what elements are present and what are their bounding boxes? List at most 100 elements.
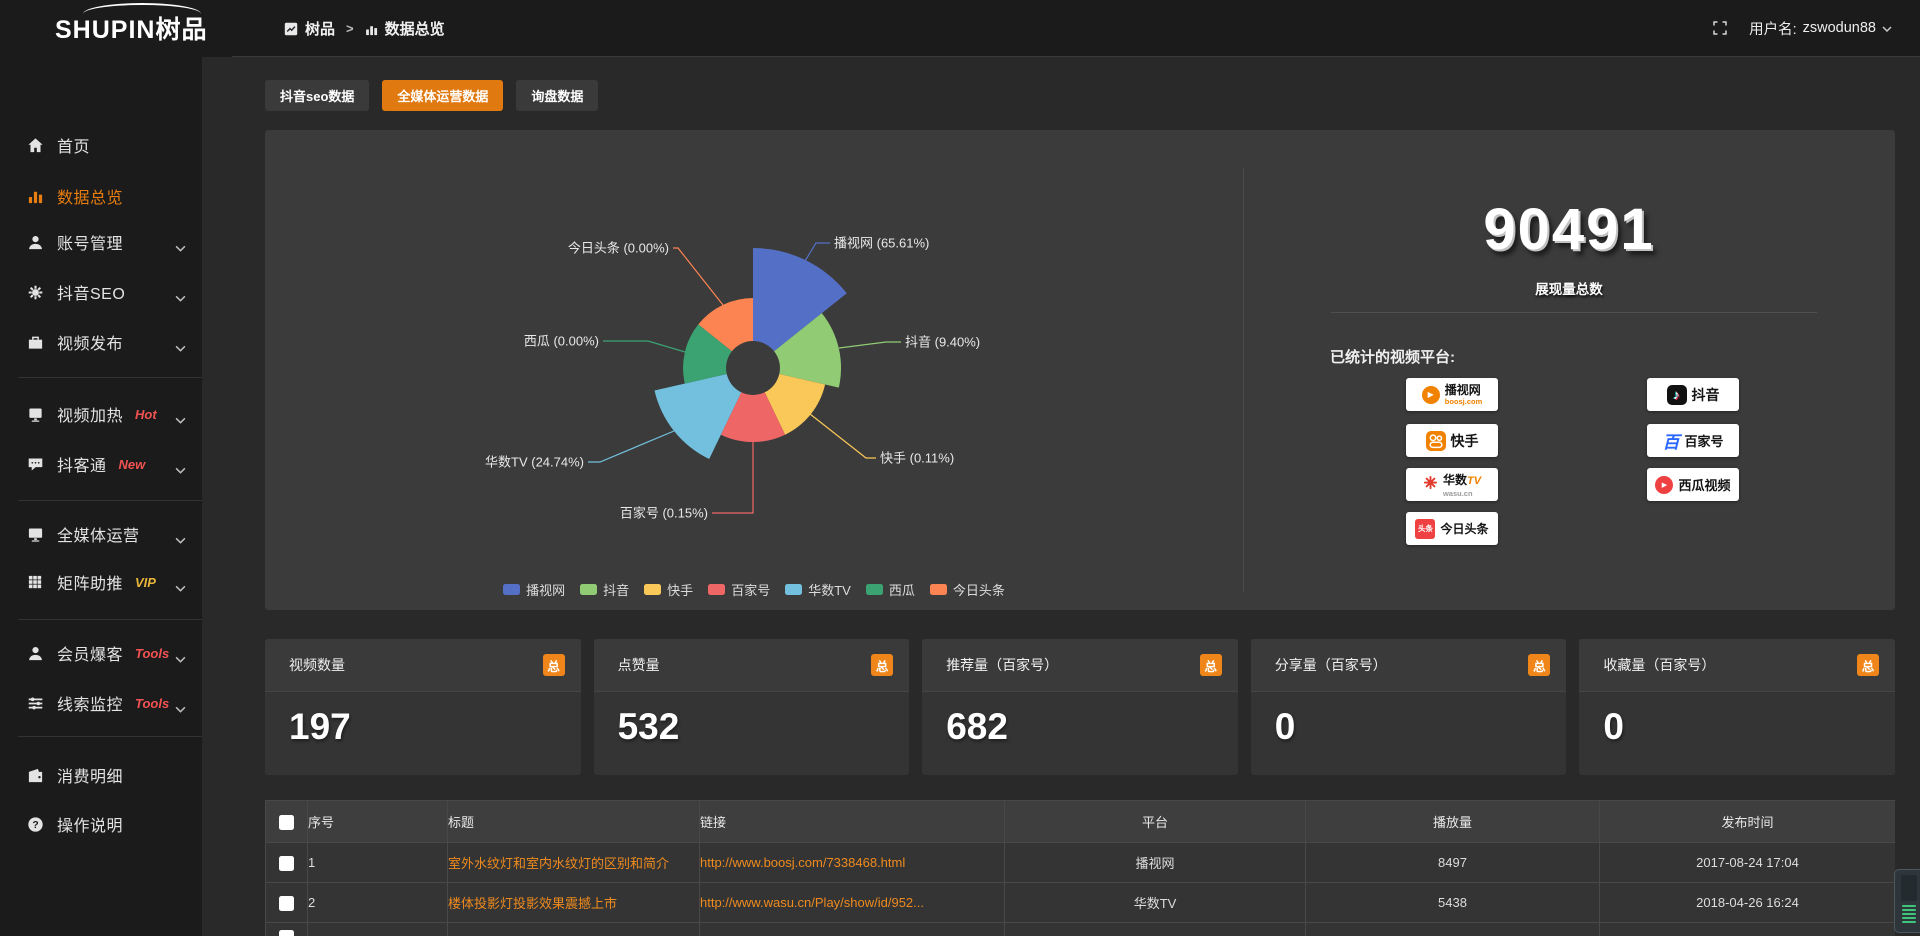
- sidebar-item-home[interactable]: 首页: [0, 125, 202, 165]
- legend-item[interactable]: 快手: [644, 580, 693, 599]
- xigua-logo-icon: ▶: [1655, 476, 1673, 494]
- topbar-right: 用户名: zswodun88: [1713, 0, 1892, 56]
- select-all-checkbox[interactable]: [279, 815, 294, 830]
- sidebar-item-chart[interactable]: 数据总览: [0, 176, 202, 216]
- douyin-logo-icon: ♪: [1667, 385, 1687, 405]
- sidebar-item-help[interactable]: ?操作说明: [0, 804, 202, 844]
- sidebar-item-member[interactable]: 会员爆客 Tools: [0, 633, 202, 673]
- display-icon: [26, 526, 44, 543]
- sidebar-item-briefcase[interactable]: 视频发布: [0, 322, 202, 362]
- legend-item[interactable]: 华数TV: [785, 580, 851, 599]
- row-checkbox[interactable]: [279, 856, 294, 871]
- question-circle-icon: ?: [26, 816, 44, 833]
- sidebar-item-display[interactable]: 全媒体运营: [0, 514, 202, 554]
- cell-time: 2018-04-26 16:24: [1600, 883, 1896, 923]
- person-icon: [26, 645, 44, 662]
- breadcrumb-current[interactable]: 数据总览: [385, 18, 445, 39]
- fullscreen-icon[interactable]: [1713, 21, 1727, 35]
- platform-badge-douyin: ♪抖音: [1647, 378, 1739, 411]
- stat-card-3: 分享量（百家号）总0: [1251, 639, 1567, 775]
- sidebar-item-wallet[interactable]: 消费明细: [0, 755, 202, 795]
- platform-badge-baijiahao: 百百家号: [1647, 424, 1739, 457]
- topbar: SHUPIN树品 树品 > 数据总览 用户名: zswodun88: [0, 0, 1920, 57]
- sidebar-item-badge: Tools: [135, 646, 169, 661]
- overview-panel: 播视网 (65.61%)抖音 (9.40%)快手 (0.11%)百家号 (0.1…: [265, 130, 1895, 610]
- cell-time: 2017-08-24 17:04: [1600, 843, 1896, 883]
- sidebar-divider: [18, 619, 202, 620]
- stat-card-0: 视频数量总197: [265, 639, 581, 775]
- legend-item[interactable]: 西瓜: [866, 580, 915, 599]
- stat-cards-row: 视频数量总197点赞量总532推荐量（百家号）总682分享量（百家号）总0收藏量…: [265, 639, 1895, 775]
- briefcase-icon: [26, 334, 44, 351]
- boosj-logo-icon: ▶: [1422, 386, 1440, 404]
- sidebar-item-label: 会员爆客: [57, 641, 123, 665]
- stat-card-value: 0: [1251, 692, 1567, 748]
- breadcrumb-root[interactable]: 树品: [305, 18, 335, 39]
- legend-item[interactable]: 抖音: [580, 580, 629, 599]
- tab-1[interactable]: 全媒体运营数据: [382, 80, 503, 111]
- video-title-link[interactable]: 楼体投影灯投影效果震撼上市: [448, 896, 617, 911]
- breadcrumb-separator: >: [346, 21, 354, 36]
- label-line: [712, 441, 753, 513]
- legend-swatch: [708, 584, 725, 595]
- sidebar-item-badge: VIP: [135, 575, 156, 590]
- video-title-link[interactable]: 室外水纹灯和室内水纹灯的区别和简介: [448, 856, 669, 871]
- legend-label: 抖音: [603, 580, 629, 599]
- tab-0[interactable]: 抖音seo数据: [265, 80, 369, 111]
- video-url-link[interactable]: http://www.wasu.cn/Play/show/id/952...: [700, 895, 924, 910]
- chevron-down-icon: [175, 411, 186, 429]
- pie-slice[interactable]: [655, 374, 742, 459]
- screen: SHUPIN树品 树品 > 数据总览 用户名: zswodun88 首页数据总览…: [0, 0, 1920, 936]
- legend-label: 快手: [667, 580, 693, 599]
- stat-card-header: 推荐量（百家号）总: [922, 639, 1238, 692]
- sidebar-item-sliders[interactable]: 线索监控Tools: [0, 683, 202, 723]
- legend-label: 播视网: [526, 580, 565, 599]
- floating-widget[interactable]: [1894, 869, 1920, 933]
- table-row: 2楼体投影灯投影效果震撼上市http://www.wasu.cn/Play/sh…: [266, 883, 1896, 923]
- sidebar-item-chat[interactable]: 抖客通New: [0, 444, 202, 484]
- monitor-icon: [26, 406, 44, 423]
- sidebar-item-grid[interactable]: 矩阵助推 VIP: [0, 562, 202, 602]
- label-line: [588, 431, 674, 462]
- grid-icon: [26, 574, 44, 591]
- chevron-down-icon: [175, 650, 186, 668]
- stat-card-header: 收藏量（百家号）总: [1579, 639, 1895, 692]
- svg-text:?: ?: [32, 820, 38, 831]
- legend-label: 西瓜: [889, 580, 915, 599]
- sidebar-item-badge: New: [119, 457, 146, 472]
- kuaishou-logo-icon: [1426, 431, 1446, 451]
- sidebar: 首页数据总览账号管理抖音SEO 视频发布视频加热Hot 抖客通New 全媒体运营矩阵助…: [0, 57, 202, 936]
- toutiao-logo-icon: 头条: [1415, 519, 1435, 539]
- sidebar-item-label: 矩阵助推: [57, 570, 123, 594]
- baijiahao-logo-icon: 百: [1662, 428, 1679, 453]
- platforms-label: 已统计的视频平台:: [1330, 346, 1455, 367]
- username: zswodun88: [1803, 20, 1876, 36]
- gear-icon: [26, 284, 44, 301]
- legend-item[interactable]: 百家号: [708, 580, 770, 599]
- sidebar-item-gear[interactable]: 抖音SEO: [0, 272, 202, 312]
- row-checkbox[interactable]: [279, 896, 294, 911]
- table-row: 1室外水纹灯和室内水纹灯的区别和简介http://www.boosj.com/7…: [266, 843, 1896, 883]
- legend-item[interactable]: 播视网: [503, 580, 565, 599]
- user-menu[interactable]: 用户名: zswodun88: [1749, 18, 1892, 39]
- sidebar-item-monitor[interactable]: 视频加热Hot: [0, 394, 202, 434]
- user-label: 用户名:: [1749, 18, 1797, 39]
- floating-widget-screen: [1901, 875, 1917, 901]
- table-header-row: 序号标题链接平台播放量发布时间: [266, 801, 1896, 843]
- col-plays: 播放量: [1306, 801, 1600, 843]
- chevron-down-icon: [175, 461, 186, 479]
- col-time: 发布时间: [1600, 801, 1896, 843]
- legend-label: 百家号: [731, 580, 770, 599]
- video-url-link[interactable]: http://www.boosj.com/7338468.html: [700, 855, 905, 870]
- pie-label: 西瓜 (0.00%): [524, 334, 599, 349]
- row-checkbox[interactable]: [279, 930, 294, 936]
- sidebar-item-label: 抖音SEO: [57, 280, 125, 304]
- stat-card-value: 0: [1579, 692, 1895, 748]
- tab-2[interactable]: 询盘数据: [516, 80, 598, 111]
- sidebar-divider: [18, 736, 202, 737]
- legend-item[interactable]: 今日头条: [930, 580, 1005, 599]
- cell-platform: 华数TV: [1005, 883, 1306, 923]
- platform-badge-wasu: 华数TVwasu.cn: [1406, 468, 1498, 501]
- sidebar-item-user[interactable]: 账号管理: [0, 222, 202, 262]
- pie-label: 百家号 (0.15%): [620, 506, 708, 521]
